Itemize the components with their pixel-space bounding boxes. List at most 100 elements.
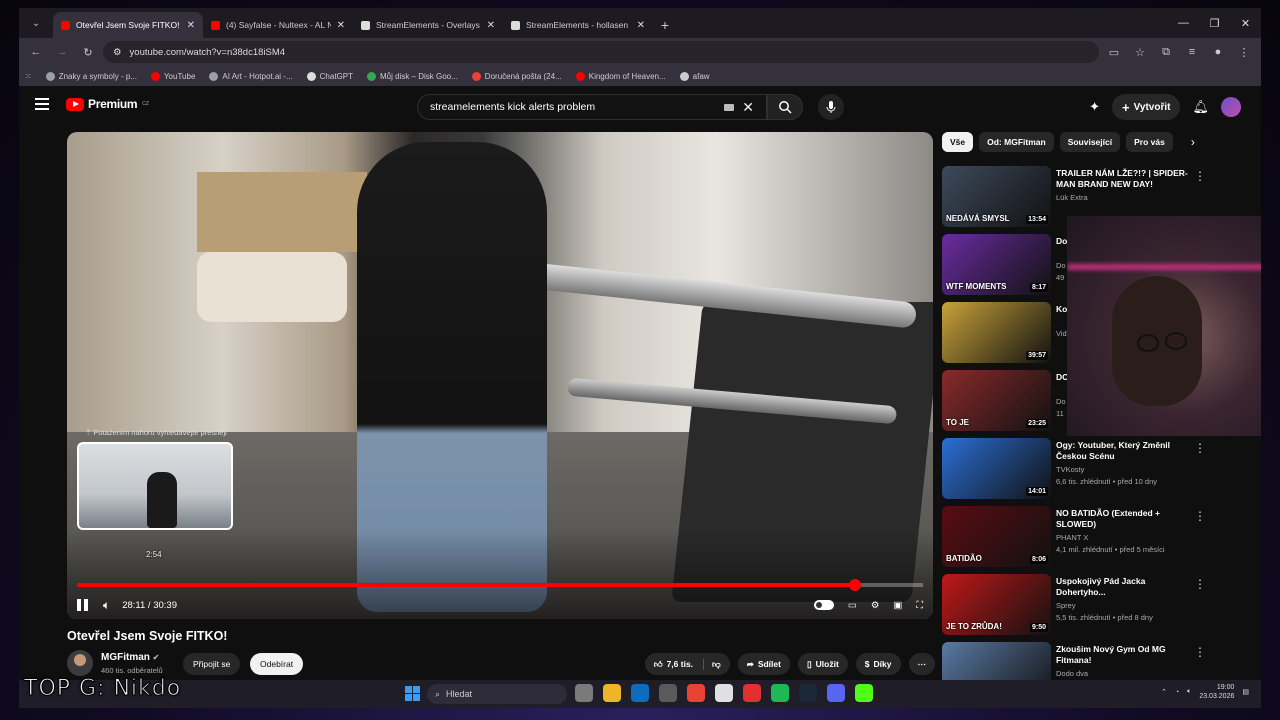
speaker-icon[interactable]: 🔈︎ (1187, 688, 1191, 696)
taskbar-app-icon[interactable] (799, 684, 817, 702)
taskbar-app-icon[interactable] (855, 684, 873, 702)
profile-icon[interactable]: ● (1207, 41, 1229, 63)
thanks-button[interactable]: $ Díky (855, 653, 901, 675)
bookmark-item[interactable]: afaw (679, 71, 710, 81)
like-button[interactable]: 👍︎ 7,6 tis. 👎︎ (644, 653, 730, 675)
extensions-icon[interactable]: ⧉ (1155, 41, 1177, 63)
recommendation-thumbnail[interactable]: JE TO ZRŮDA! 9:50 (942, 574, 1051, 635)
tab-search-icon[interactable]: ⌄ (23, 10, 49, 36)
more-options-icon[interactable]: ⋮ (1194, 441, 1206, 455)
tray-chevron-icon[interactable]: ⌃ (1161, 688, 1167, 696)
filter-chip[interactable]: Vše (942, 132, 974, 152)
taskbar-app-icon[interactable] (659, 684, 677, 702)
bookmark-star-icon[interactable]: ☆ (1129, 41, 1151, 63)
autoplay-toggle[interactable] (813, 600, 834, 610)
close-tab-icon[interactable]: ✕ (187, 20, 195, 31)
recommendation-thumbnail[interactable]: TO JE 23:25 (942, 370, 1051, 431)
recommendation-item[interactable]: Zkoušim Nový Gym Od MG Fitmana! Dodo dva ⋮ (942, 642, 1252, 680)
keyboard-icon[interactable] (724, 103, 735, 111)
settings-gear-icon[interactable]: ⚙ (871, 600, 880, 611)
bookmark-item[interactable]: ChatGPT (306, 71, 353, 81)
bookmark-item[interactable]: Kingdom of Heaven... (575, 71, 666, 81)
recommendation-thumbnail[interactable]: NEDÁVÁ SMYSL 13:54 (942, 166, 1051, 227)
browser-tab[interactable]: (4) Sayfalse - Nulteex - AL NACI ✕ (203, 12, 353, 38)
more-options-icon[interactable]: ⋮ (1194, 509, 1206, 523)
taskbar-app-icon[interactable] (575, 684, 593, 702)
bookmark-item[interactable]: YouTube (150, 71, 195, 81)
network-icon[interactable]: ◔ (1175, 689, 1179, 696)
recommendation-thumbnail[interactable]: 14:01 (942, 438, 1051, 499)
sparkle-icon[interactable]: ✦ (1089, 99, 1100, 115)
reload-icon[interactable]: ↻ (77, 41, 99, 63)
recommendation-thumbnail[interactable]: 39:57 (942, 302, 1051, 363)
address-bar[interactable]: ⚙ youtube.com/watch?v=n38dc18iSM4 (103, 41, 1099, 63)
taskbar-app-icon[interactable] (687, 684, 705, 702)
windows-start-icon[interactable] (405, 686, 420, 701)
pause-button[interactable] (77, 599, 91, 611)
share-button[interactable]: ➦ Sdílet (737, 653, 790, 675)
bookmark-item[interactable]: Můj disk – Disk Goo... (366, 71, 458, 81)
browser-tab[interactable]: Otevřel Jsem Svoje FITKO! ✕ (53, 12, 203, 38)
taskbar-app-icon[interactable] (603, 684, 621, 702)
browser-menu-icon[interactable]: ⋮ (1233, 41, 1255, 63)
taskbar-app-icon[interactable] (715, 684, 733, 702)
close-tab-icon[interactable]: ✕ (637, 20, 645, 31)
chips-next-icon[interactable]: › (1191, 135, 1195, 149)
bookmark-item[interactable]: AI Art - Hotpot.ai -... (209, 71, 293, 81)
recommendation-thumbnail[interactable]: WTF MOMENTS 8:17 (942, 234, 1051, 295)
notifications-bell-icon[interactable]: 🔔︎ (1192, 99, 1209, 115)
search-button[interactable] (767, 94, 803, 120)
user-avatar[interactable] (1221, 97, 1241, 117)
browser-tab[interactable]: StreamElements - hollasen ✕ (503, 12, 653, 38)
volume-icon[interactable]: 🔈︎ (103, 598, 110, 613)
create-button[interactable]: + Vytvořit (1112, 94, 1181, 120)
back-icon[interactable]: ← (25, 41, 47, 63)
filter-chip[interactable]: Od: MGFitman (979, 132, 1054, 152)
taskbar-app-icon[interactable] (631, 684, 649, 702)
new-tab-button[interactable]: + (653, 12, 677, 38)
subtitles-icon[interactable]: ▭ (848, 600, 857, 611)
channel-avatar[interactable] (67, 650, 93, 676)
recommendation-item[interactable]: 14:01 Ogy: Youtuber, Který Změnil Českou … (942, 438, 1252, 504)
filter-chip[interactable]: Pro vás (1126, 132, 1173, 152)
notification-icon[interactable]: ▤ (1242, 688, 1249, 696)
more-actions-button[interactable]: ⋯ (908, 653, 935, 675)
clear-search-icon[interactable]: ✕ (742, 99, 754, 116)
subscribe-button[interactable]: Odebírat (250, 653, 304, 675)
site-info-icon[interactable]: ⚙ (113, 47, 122, 58)
channel-name[interactable]: MGFitman ✔ (101, 652, 159, 663)
hamburger-menu-icon[interactable] (35, 98, 49, 110)
bookmark-item[interactable]: Znaky a symboly - p... (45, 71, 137, 81)
recommendation-item[interactable]: BATIDÃO 8:06 NO BATIDÃO (Extended + SLOWED… (942, 506, 1252, 572)
apps-grid-icon[interactable]: ⁙ (25, 72, 32, 81)
reading-list-icon[interactable]: ≡ (1181, 41, 1203, 63)
more-options-icon[interactable]: ⋮ (1194, 645, 1206, 659)
search-input[interactable]: streamelements kick alerts problem ✕ (417, 94, 767, 120)
recommendation-thumbnail[interactable]: BATIDÃO 8:06 (942, 506, 1051, 567)
miniplayer-icon[interactable]: ▣ (893, 600, 902, 611)
join-button[interactable]: Připojit se (183, 653, 241, 675)
taskbar-search[interactable]: ⌕ Hledat (427, 684, 567, 704)
taskbar-app-icon[interactable] (743, 684, 761, 702)
more-options-icon[interactable]: ⋮ (1194, 577, 1206, 591)
video-player[interactable]: ⇡ Potažením nahoru vyhledávejte přesněji… (67, 132, 933, 619)
close-tab-icon[interactable]: ✕ (337, 20, 345, 31)
more-options-icon[interactable]: ⋮ (1194, 169, 1206, 183)
save-button[interactable]: ▯ Uložit (797, 653, 848, 675)
recommendation-thumbnail[interactable] (942, 642, 1051, 680)
minimize-icon[interactable]: — (1168, 8, 1199, 38)
cast-icon[interactable]: ▭ (1103, 41, 1125, 63)
recommendation-item[interactable]: JE TO ZRŮDA! 9:50 Uspokojivý Pád Jacka Doh… (942, 574, 1252, 640)
filter-chip[interactable]: Související (1059, 132, 1121, 152)
forward-icon[interactable]: → (51, 41, 73, 63)
browser-tab[interactable]: StreamElements - Overlays ✕ (353, 12, 503, 38)
maximize-icon[interactable]: ❐ (1199, 8, 1230, 38)
youtube-logo[interactable]: Premium CZ (66, 97, 149, 111)
clock[interactable]: 19:00 23.03.2026 (1199, 683, 1234, 701)
fullscreen-icon[interactable]: ⛶ (916, 600, 923, 611)
progress-bar[interactable] (77, 579, 923, 591)
taskbar-app-icon[interactable] (827, 684, 845, 702)
voice-search-button[interactable] (818, 94, 844, 120)
bookmark-item[interactable]: Doručená pošta (24... (471, 71, 562, 81)
thumb-down-icon[interactable]: 👎︎ (703, 658, 721, 670)
